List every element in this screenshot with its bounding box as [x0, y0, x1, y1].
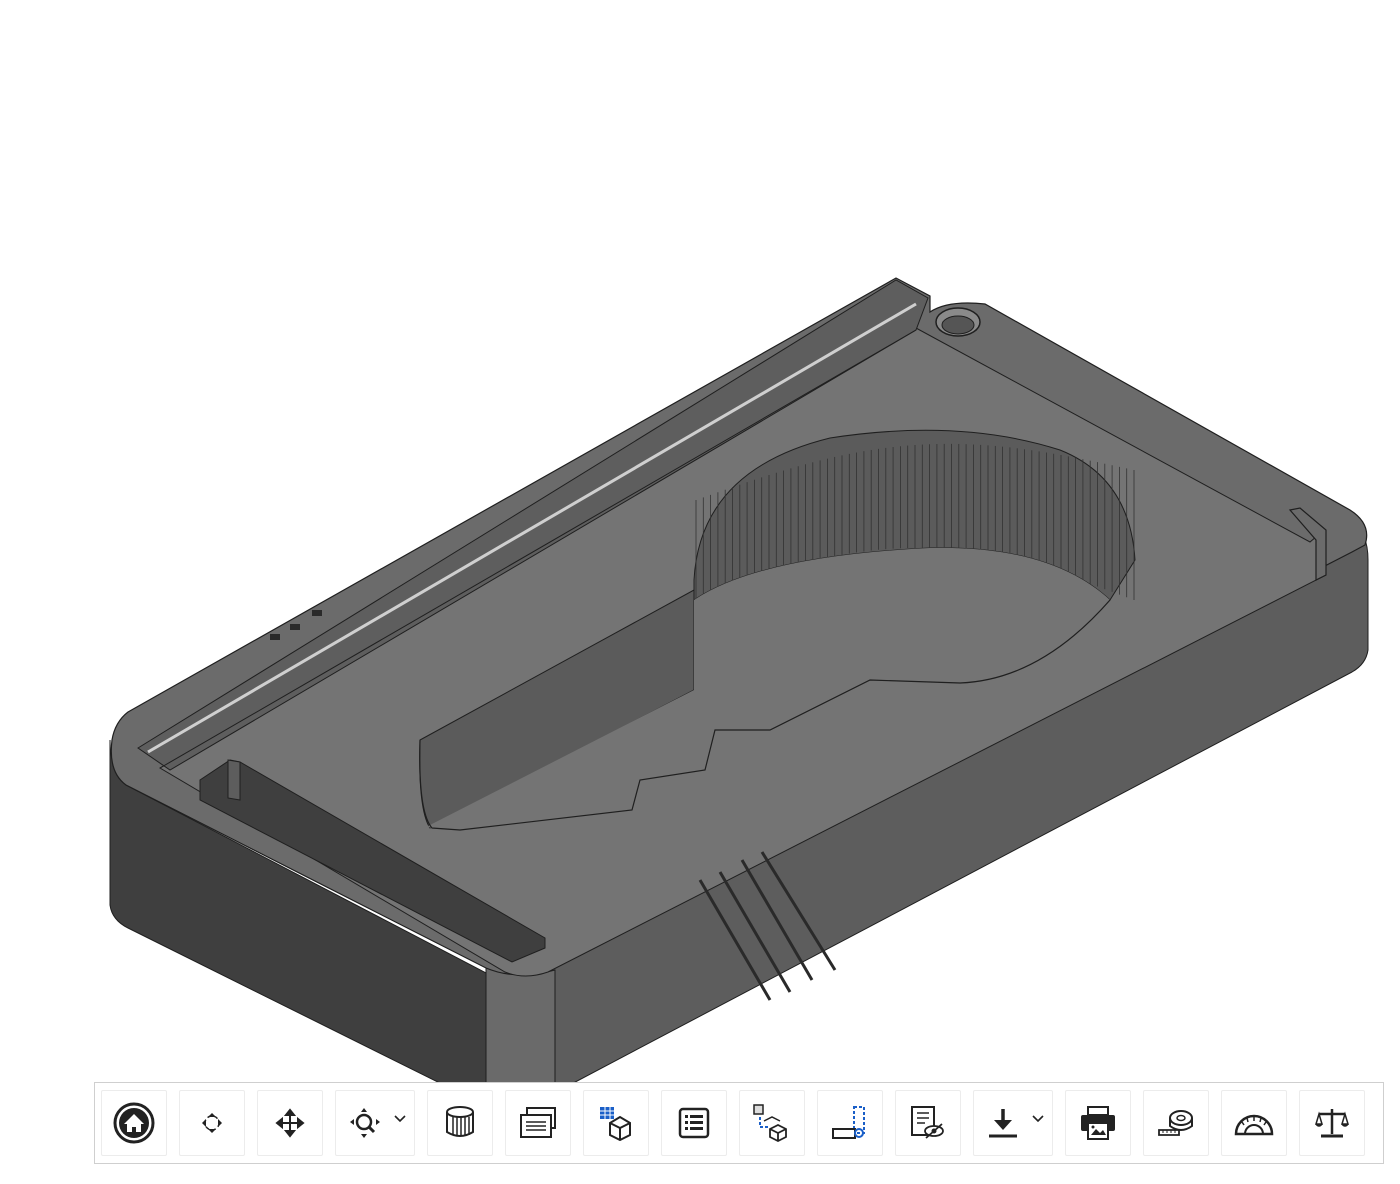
download-button[interactable]: [973, 1090, 1053, 1156]
properties-button[interactable]: [661, 1090, 727, 1156]
named-views-button[interactable]: [505, 1090, 571, 1156]
rotate-button[interactable]: [179, 1090, 245, 1156]
mass-properties-button[interactable]: [1299, 1090, 1365, 1156]
chevron-down-icon[interactable]: [1032, 1115, 1044, 1123]
scale-icon: [1315, 1106, 1349, 1140]
print-button[interactable]: [1065, 1090, 1131, 1156]
properties-icon: [678, 1107, 710, 1139]
viewer-toolbar: [94, 1082, 1384, 1164]
explode-icon: [752, 1103, 792, 1143]
measure-button[interactable]: [1143, 1090, 1209, 1156]
parts-list-button[interactable]: [583, 1090, 649, 1156]
chevron-down-icon[interactable]: [394, 1115, 406, 1123]
explode-button[interactable]: [739, 1090, 805, 1156]
zoom-button[interactable]: [335, 1090, 415, 1156]
zoom-icon: [348, 1106, 382, 1140]
home-icon: [112, 1101, 156, 1145]
print-icon: [1079, 1105, 1117, 1141]
rotate-icon: [197, 1108, 227, 1138]
download-icon: [986, 1106, 1020, 1140]
left-pocket-lip: [227, 759, 241, 801]
parts-table-icon: [598, 1105, 634, 1141]
sectioning-button[interactable]: [817, 1090, 883, 1156]
model-render[interactable]: [0, 0, 1400, 1184]
angle-button[interactable]: [1221, 1090, 1287, 1156]
tape-measure-icon: [1157, 1108, 1195, 1138]
mounting-hole-inner: [941, 315, 975, 335]
section-icon: [443, 1105, 477, 1141]
move-icon: [275, 1108, 305, 1138]
hide-show-button[interactable]: [895, 1090, 961, 1156]
clip-plane-icon: [830, 1105, 870, 1141]
home-view-button[interactable]: [101, 1090, 167, 1156]
protractor-icon: [1233, 1108, 1275, 1138]
visibility-icon: [909, 1105, 947, 1141]
3d-viewport[interactable]: [0, 0, 1400, 1184]
pan-button[interactable]: [257, 1090, 323, 1156]
views-icon: [518, 1106, 558, 1140]
section-view-button[interactable]: [427, 1090, 493, 1156]
